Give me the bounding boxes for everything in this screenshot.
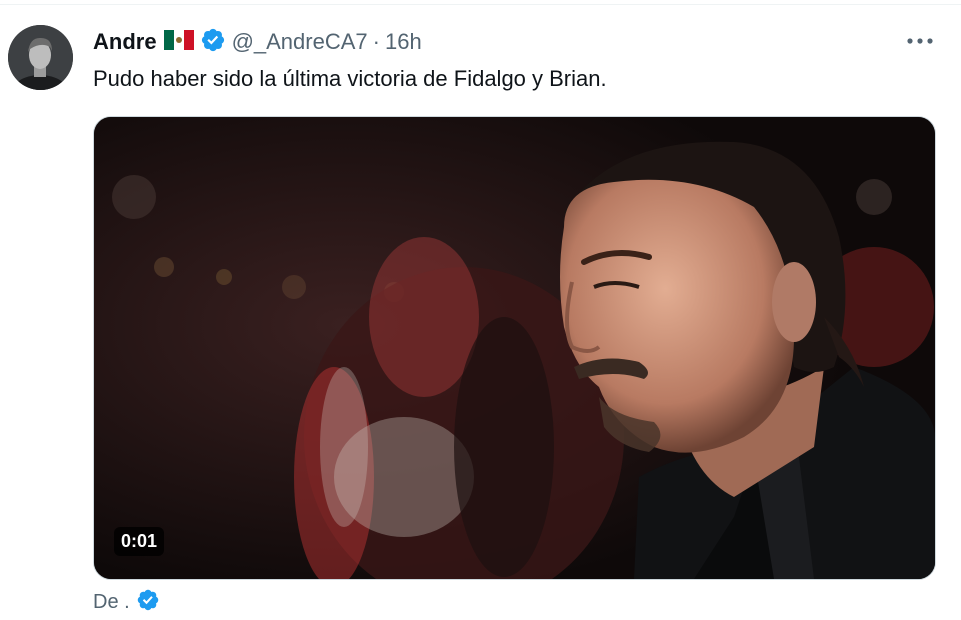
- video-duration: 0:01: [114, 527, 165, 556]
- tweet-footer: De .: [93, 588, 160, 617]
- separator-dot: ·: [372, 29, 380, 54]
- verified-badge-icon[interactable]: [200, 27, 226, 58]
- video-player[interactable]: 0:01: [93, 116, 936, 580]
- author-name[interactable]: Andre: [93, 29, 157, 55]
- timestamp[interactable]: 16h: [385, 29, 422, 55]
- footer-text[interactable]: De .: [93, 591, 130, 614]
- tweet-text: Pudo haber sido la última victoria de Fi…: [93, 66, 607, 91]
- top-divider: [0, 4, 961, 5]
- author-handle[interactable]: @_AndreCA7: [232, 29, 368, 55]
- mexico-flag-icon: [163, 29, 194, 55]
- verified-badge-icon: [136, 588, 160, 617]
- more-horizontal-icon[interactable]: [903, 30, 937, 52]
- avatar[interactable]: [8, 25, 73, 90]
- video-frame: [94, 117, 935, 579]
- tweet-header: Andre @_AndreCA7 · 16h: [93, 28, 422, 56]
